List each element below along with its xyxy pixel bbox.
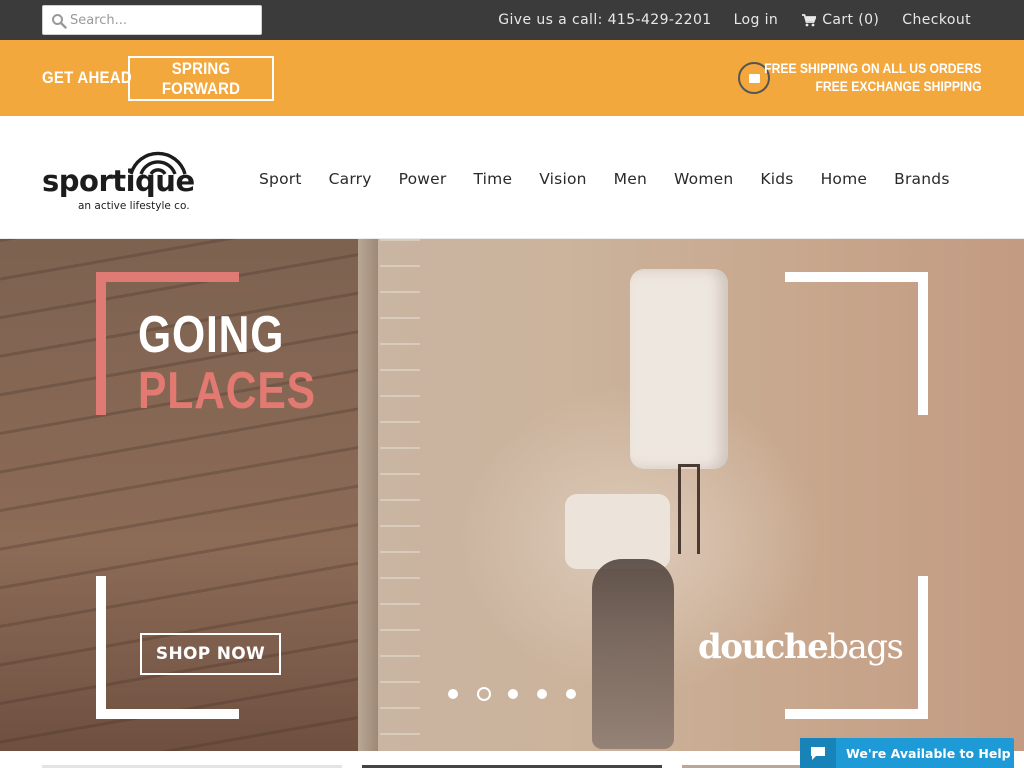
phone-number: Give us a call: 415-429-2201 (498, 12, 712, 28)
slide-dot-3[interactable] (508, 689, 518, 699)
top-links: Give us a call: 415-429-2201 Log in Cart… (498, 0, 971, 40)
login-link[interactable]: Log in (734, 12, 779, 28)
nav-item-carry[interactable]: Carry (329, 170, 372, 188)
search-icon (52, 14, 67, 29)
hero-slideshow[interactable]: GOING PLACES SHOP NOW douchebags (0, 239, 1024, 751)
hero-brand-logo: douchebags (698, 627, 904, 667)
site-logo[interactable]: sportique an active lifestyle co. (42, 136, 195, 216)
hero-photo-suitcase (630, 269, 728, 469)
live-chat-button[interactable]: We're Available to Help (800, 738, 1014, 768)
chat-label: We're Available to Help (846, 745, 1011, 761)
main-nav: Sport Carry Power Time Vision Men Women … (259, 170, 977, 188)
nav-item-brands[interactable]: Brands (894, 170, 949, 188)
cart-link[interactable]: Cart (0) (802, 12, 879, 28)
hero-photo-handle (678, 464, 700, 554)
nav-item-kids[interactable]: Kids (760, 170, 793, 188)
hero-photo-rail (358, 239, 378, 751)
nav-item-men[interactable]: Men (614, 170, 647, 188)
checkout-link[interactable]: Checkout (902, 12, 971, 28)
nav-item-sport[interactable]: Sport (259, 170, 302, 188)
search-input[interactable] (70, 10, 255, 30)
hero-headline-places: PLACES (138, 362, 316, 420)
hero-photo-traveler (592, 559, 674, 749)
slide-dot-5[interactable] (566, 689, 576, 699)
hero-photo-ladder (380, 239, 420, 751)
cart-label: Cart (0) (822, 12, 880, 28)
search-box[interactable] (42, 5, 262, 35)
cart-icon (802, 13, 817, 26)
spring-forward-button[interactable]: SPRING FORWARD (128, 56, 274, 101)
brand-light: bags (827, 627, 904, 667)
promo-banner: GET AHEAD SPRING FORWARD FREE SHIPPING O… (0, 40, 1024, 116)
top-utility-bar: Give us a call: 415-429-2201 Log in Cart… (0, 0, 1024, 40)
logo-tagline: an active lifestyle co. (78, 200, 190, 212)
get-ahead-link[interactable]: GET AHEAD (42, 68, 132, 88)
hero-photo-backpack (565, 494, 670, 569)
brand-bold: douche (698, 627, 829, 667)
chat-bubble-icon (800, 738, 836, 768)
nav-item-time[interactable]: Time (473, 170, 512, 188)
spring-forward-label: SPRING FORWARD (161, 58, 241, 98)
site-header: sportique an active lifestyle co. Sport … (0, 116, 1024, 239)
frame-corner-top-right (785, 272, 928, 415)
nav-item-home[interactable]: Home (821, 170, 868, 188)
shipping-line-2: FREE EXCHANGE SHIPPING (815, 79, 982, 94)
slide-dot-1[interactable] (448, 689, 458, 699)
logo-wordmark: sportique (42, 164, 195, 198)
slide-dot-4[interactable] (537, 689, 547, 699)
slide-pagination (448, 687, 595, 701)
hero-headline-going: GOING (138, 306, 285, 364)
slide-dot-2[interactable] (477, 687, 491, 701)
nav-item-vision[interactable]: Vision (539, 170, 586, 188)
shop-now-button[interactable]: SHOP NOW (140, 633, 281, 675)
nav-item-power[interactable]: Power (399, 170, 447, 188)
shipping-info: FREE SHIPPING ON ALL US ORDERS FREE EXCH… (740, 60, 982, 96)
shipping-line-1: FREE SHIPPING ON ALL US ORDERS (764, 61, 982, 76)
nav-item-women[interactable]: Women (674, 170, 733, 188)
chat-bubble-glyph (811, 746, 825, 760)
